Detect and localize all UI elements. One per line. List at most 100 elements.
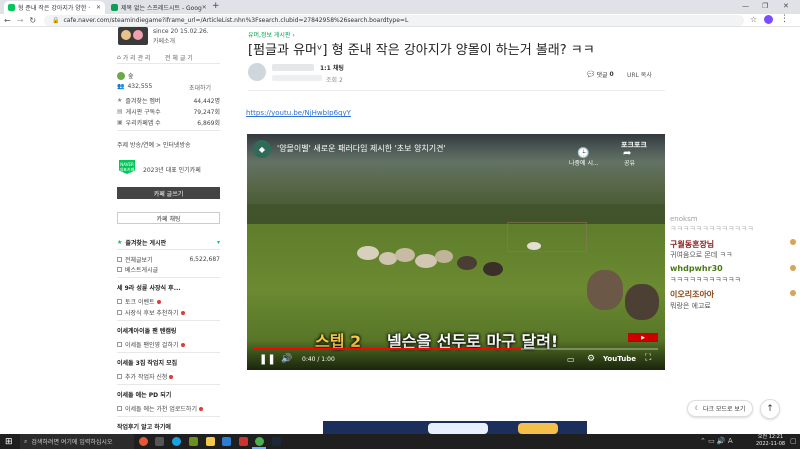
board-item[interactable]: 전체글보기 6,522,687 [117,255,220,264]
tab-close-icon[interactable]: ✕ [96,4,101,11]
sheep [457,256,477,270]
taskbar-clock[interactable]: 오전 12:21 2022-11-08 [756,434,785,448]
browser-tab[interactable]: 제목 없는 스프레드시트 - Goog ✕ [107,1,207,14]
tab-close-icon[interactable]: ✕ [202,4,207,11]
board-item[interactable]: 추가 작업자 신청 [117,372,174,381]
captions-icon[interactable]: ▭ [567,355,575,364]
tab-title: 형 준내 작은 강아지가 양한 · [18,5,91,12]
write-post-button[interactable]: 카페 글쓰기 [117,187,220,199]
star-icon: ★ [117,97,123,104]
cafe-all-link[interactable]: 전 체 글 기 [165,53,193,62]
youtube-link[interactable]: https://youtu.be/NjHwbIp6qyY [246,109,351,117]
chat-message: 귀여움으로 몬데 ㅋㅋ [670,251,733,259]
stat-label: 우리카페앱 수 [125,120,161,127]
stat-row: ★ 즐겨찾는 멤버 44,442명 [117,96,220,105]
board-item[interactable]: 사장식 후보 추천하기 [117,308,185,317]
url-bar[interactable]: 🔒 cafe.naver.com/steamindiegame?iframe_u… [44,15,744,26]
reload-icon[interactable]: ↻ [29,16,36,25]
edge-icon[interactable] [172,437,181,446]
sheep [395,248,415,262]
board-section-title[interactable]: 세 9라 성륜 사장식 후... [117,283,181,292]
dark-mode-label: 다크 모드로 보기 [702,406,746,413]
board-item[interactable]: 이세돌 에는 가천 업로드하기 [117,404,203,413]
cafe-manage-link[interactable]: ⌂ 가 리 관 리 [117,53,151,62]
member-row: 숲 [117,71,134,80]
board-link: 유머,정보 게시판 [248,32,291,39]
fullscreen-icon[interactable]: ⛶ [645,353,651,363]
chat-message: 뭐랑은 에고료 [670,302,711,310]
board-section-title[interactable]: 작업후기 알고 하기에 [117,422,171,431]
pause-icon[interactable]: ❚❚ [259,354,276,365]
author-name-blurred[interactable] [272,64,314,71]
back-icon[interactable]: ← [4,16,11,25]
tray-icons[interactable]: ⌃ ▭ 🔊 A [700,437,733,445]
share-label[interactable]: 공유 [624,158,635,167]
sheep [415,254,437,268]
sheets-favicon-icon [111,4,118,11]
comments-link[interactable]: 💬 댓글 0 [587,70,614,79]
board-name: 이세돌 팬인영 걸하기 [125,342,179,349]
steam-icon[interactable] [272,437,281,446]
maximize-icon[interactable]: ❐ [762,2,768,10]
video-title[interactable]: '양몰이벨' 새로운 패러다임 제시한 '초보 양치기견' [277,143,446,154]
profile-avatar-icon[interactable] [764,15,773,24]
cafe-chat-button[interactable]: 카페 채팅 [117,212,220,224]
stat-row: ▤ 게시판 구독수 79,247회 [117,107,220,116]
board-section-title[interactable]: 이세돌 에는 PD 되기 [117,390,171,399]
vscode-icon[interactable] [222,437,231,446]
breadcrumb[interactable]: 유머,정보 게시판 › [248,30,295,39]
app-icon[interactable] [239,437,248,446]
doc-icon: ▤ [117,108,123,115]
cafe-intro-link[interactable]: 카페소개 [153,36,175,45]
minimize-icon[interactable]: — [742,2,749,10]
board-checkbox [117,310,122,315]
scroll-top-button[interactable]: ↑ [760,399,780,419]
board-name: 추가 작업자 신청 [125,374,168,381]
star-icon[interactable]: ☆ [750,15,757,24]
naver-cafe-favicon-icon [8,4,15,11]
favorite-boards-header[interactable]: ★ 즐겨찾는 게시판 ▾ [117,238,220,247]
board-item[interactable]: 토크 이벤트 [117,297,161,306]
ad-banner[interactable] [323,421,587,434]
new-dot-icon [180,342,185,347]
chat-username: enoksm [670,215,698,223]
volume-icon[interactable]: 🔊 [281,354,292,364]
chat-username: whdpwhr30 [670,264,723,273]
youtube-logo[interactable]: YouTube [603,355,636,363]
url-copy-button[interactable]: URL 복사 [627,70,652,79]
file-explorer-icon[interactable] [206,437,215,446]
chat-emote-icon [790,239,796,245]
settings-gear-icon[interactable]: ⚙ [587,354,595,364]
video-player[interactable]: ◆ '양몰이벨' 새로운 패러다임 제시한 '초보 양치기견' 포크포크 🕒 나… [247,134,665,370]
forward-icon[interactable]: → [17,16,24,25]
taskbar-search[interactable]: ⌕ 검색하려면 여기에 입력하십시오 [20,434,134,449]
chrome-icon[interactable] [255,437,264,446]
invite-link[interactable]: 초대하기 [189,83,211,92]
character-icon [121,30,131,40]
chat-message: ㅋㅋㅋㅋㅋㅋㅋㅋㅋㅋㅋ [670,276,741,284]
menu-kebab-icon[interactable]: ⋮ [780,14,789,24]
new-tab-button[interactable]: + [212,1,220,11]
chat-link[interactable]: 1:1 채팅 [320,63,344,72]
new-dot-icon [169,374,174,379]
board-item[interactable]: 이세돌 팬인영 걸하기 [117,340,185,349]
channel-avatar-icon[interactable]: ◆ [253,140,271,158]
progress-track[interactable] [254,348,658,350]
watch-later-label[interactable]: 나중에 시... [569,158,599,167]
dark-mode-button[interactable]: ☾ 다크 모드로 보기 [687,400,753,417]
window-close-icon[interactable]: ✕ [783,2,789,10]
browser-tab-active[interactable]: 형 준내 작은 강아지가 양한 · ✕ [4,1,105,14]
board-section-title[interactable]: 이세돌 3집 작업지 모집 [117,358,177,367]
windows-start-icon[interactable]: ⊞ [5,437,13,447]
app-icon[interactable] [139,437,148,446]
task-view-icon[interactable] [155,437,164,446]
url-text: cafe.naver.com/steamindiegame?iframe_url… [63,17,409,24]
board-count: 6,522,687 [189,256,220,263]
board-item[interactable]: 베스트게시글 [117,265,158,274]
author-avatar[interactable] [248,63,266,81]
sheep [357,246,379,260]
members-icon: 👥 [117,83,125,90]
minecraft-icon[interactable] [189,437,198,446]
notifications-icon[interactable]: ▢ [790,437,797,445]
board-section-title[interactable]: 이세계아이돌 팬 텐캠링 [117,326,176,335]
